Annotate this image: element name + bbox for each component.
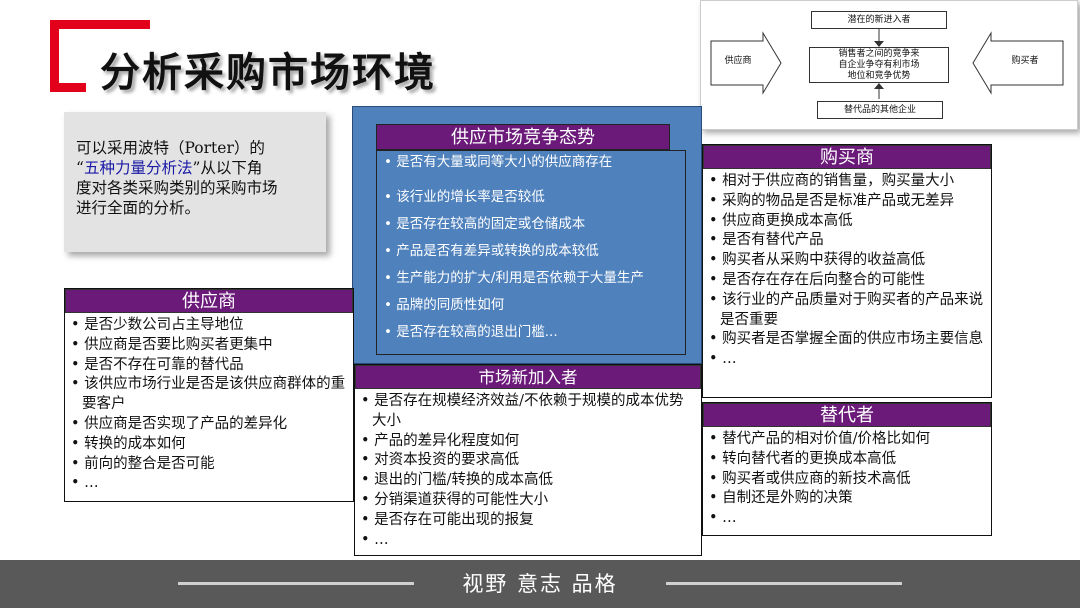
entrants-item: 分销渠道获得的可能性大小 <box>361 491 697 511</box>
entrants-list: 是否存在规模经济效益/不依赖于规模的成本优势大小 产品的差异化程度如何 对资本投… <box>355 389 701 550</box>
entrants-item: 退出的门槛/转换的成本高低 <box>361 471 697 491</box>
intro-line-2: “五种力量分析法”从以下角 <box>76 158 316 178</box>
suppliers-item: … <box>71 474 349 494</box>
footer-slogan: 视野 意志 品格 <box>462 572 618 596</box>
suppliers-item: 前向的整合是否可能 <box>71 455 349 475</box>
buyers-item: 是否有替代产品 <box>709 231 987 251</box>
substitutes-item: 转向替代者的更换成本高低 <box>709 450 987 470</box>
diagram-rivalry-line-3: 地位和竞争优势 <box>847 71 911 81</box>
title-bracket <box>50 20 86 92</box>
entrants-item: 是否存在规模经济效益/不依赖于规模的成本优势大小 <box>361 392 697 432</box>
suppliers-title: 供应商 <box>65 289 353 313</box>
substitutes-item: 自制还是外购的决策 <box>709 489 987 509</box>
competition-item: 是否有大量或同等大小的供应商存在 <box>384 150 612 170</box>
competition-item: 产品是否有差异或转换的成本较低 <box>384 239 599 259</box>
buyers-item: 该行业的产品质量对于购买者的产品来说是否重要 <box>709 291 987 331</box>
competition-item: 是否存在较高的固定或仓储成本 <box>384 212 585 232</box>
suppliers-panel: 供应商 是否少数公司占主导地位 供应商是否要比购买者更集中 是否不存在可靠的替代… <box>64 288 354 502</box>
entrants-panel: 市场新加入者 是否存在规模经济效益/不依赖于规模的成本优势大小 产品的差异化程度… <box>354 364 702 556</box>
buyers-item: 相对于供应商的销售量，购买量大小 <box>709 172 987 192</box>
intro-line-1: 可以采用波特（Porter）的 <box>76 139 265 157</box>
suppliers-item: 是否少数公司占主导地位 <box>71 316 349 336</box>
diagram-supplier: 供应商 <box>724 56 752 66</box>
substitutes-item: … <box>709 509 987 529</box>
five-forces-diagram: 潜在的新进入者 供应商 购买者 销售者之间的竞争来 自企业争夺有利市场 地位和竞… <box>700 0 1078 130</box>
suppliers-item: 转换的成本如何 <box>71 435 349 455</box>
entrants-item: 对资本投资的要求高低 <box>361 451 697 471</box>
suppliers-item: 该供应市场行业是否是该供应商群体的重要客户 <box>71 375 349 415</box>
diagram-rivalry: 销售者之间的竞争来 自企业争夺有利市场 地位和竞争优势 <box>809 47 949 83</box>
buyers-item: … <box>709 350 987 370</box>
buyers-item: 购买者从采购中获得的收益高低 <box>709 251 987 271</box>
page-title: 分析采购市场环境 <box>100 50 436 96</box>
buyers-item: 是否存在存在后向整合的可能性 <box>709 271 987 291</box>
buyers-title: 购买商 <box>703 145 991 169</box>
diagram-buyer: 购买者 <box>1011 56 1039 66</box>
intro-quote-close: ”从以下角 <box>192 159 263 177</box>
substitutes-panel: 替代者 替代产品的相对价值/价格比如何 转向替代者的更换成本高低 购买者或供应商… <box>702 402 992 536</box>
suppliers-item: 是否不存在可靠的替代品 <box>71 356 349 376</box>
buyers-item: 供应商更换成本高低 <box>709 212 987 232</box>
buyers-panel: 购买商 相对于供应商的销售量，购买量大小 采购的物品是否是标准产品或无差异 供应… <box>702 144 992 398</box>
buyers-item: 购买者是否掌握全面的供应市场主要信息 <box>709 330 987 350</box>
intro-line-4: 进行全面的分析。 <box>76 199 201 217</box>
entrants-title: 市场新加入者 <box>355 365 701 389</box>
intro-box: 可以采用波特（Porter）的 “五种力量分析法”从以下角 度对各类采购类别的采… <box>64 112 326 252</box>
intro-quote-open: “ <box>76 159 84 177</box>
buyers-item: 采购的物品是否是标准产品或无差异 <box>709 192 987 212</box>
substitutes-item: 购买者或供应商的新技术高低 <box>709 470 987 490</box>
suppliers-list: 是否少数公司占主导地位 供应商是否要比购买者更集中 是否不存在可靠的替代品 该供… <box>65 313 353 494</box>
competition-item: 品牌的同质性如何 <box>384 293 504 313</box>
diagram-rivalry-line-2: 自企业争夺有利市场 <box>838 60 920 70</box>
competition-title: 供应市场竞争态势 <box>376 124 670 150</box>
diagram-substitutes: 替代品的其他企业 <box>817 101 943 119</box>
intro-highlight: 五种力量分析法 <box>83 159 193 177</box>
suppliers-item: 供应商是否实现了产品的差异化 <box>71 415 349 435</box>
entrants-item: 产品的差异化程度如何 <box>361 432 697 452</box>
suppliers-item: 供应商是否要比购买者更集中 <box>71 336 349 356</box>
substitutes-title: 替代者 <box>703 403 991 427</box>
competition-item: 生产能力的扩大/利用是否依赖于大量生产 <box>384 266 644 286</box>
intro-line-3: 度对各类采购类别的采购市场 <box>76 179 278 197</box>
competition-item: 是否存在较高的退出门槛... <box>384 320 557 340</box>
substitutes-list: 替代产品的相对价值/价格比如何 转向替代者的更换成本高低 购买者或供应商的新技术… <box>703 427 991 529</box>
competition-item: 该行业的增长率是否较低 <box>384 185 545 205</box>
substitutes-item: 替代产品的相对价值/价格比如何 <box>709 430 987 450</box>
title-bracket-tail <box>50 20 150 29</box>
buyers-list: 相对于供应商的销售量，购买量大小 采购的物品是否是标准产品或无差异 供应商更换成… <box>703 169 991 370</box>
diagram-rivalry-line-1: 销售者之间的竞争来 <box>838 49 920 59</box>
entrants-item: 是否存在可能出现的报复 <box>361 511 697 531</box>
entrants-item: … <box>361 531 697 551</box>
